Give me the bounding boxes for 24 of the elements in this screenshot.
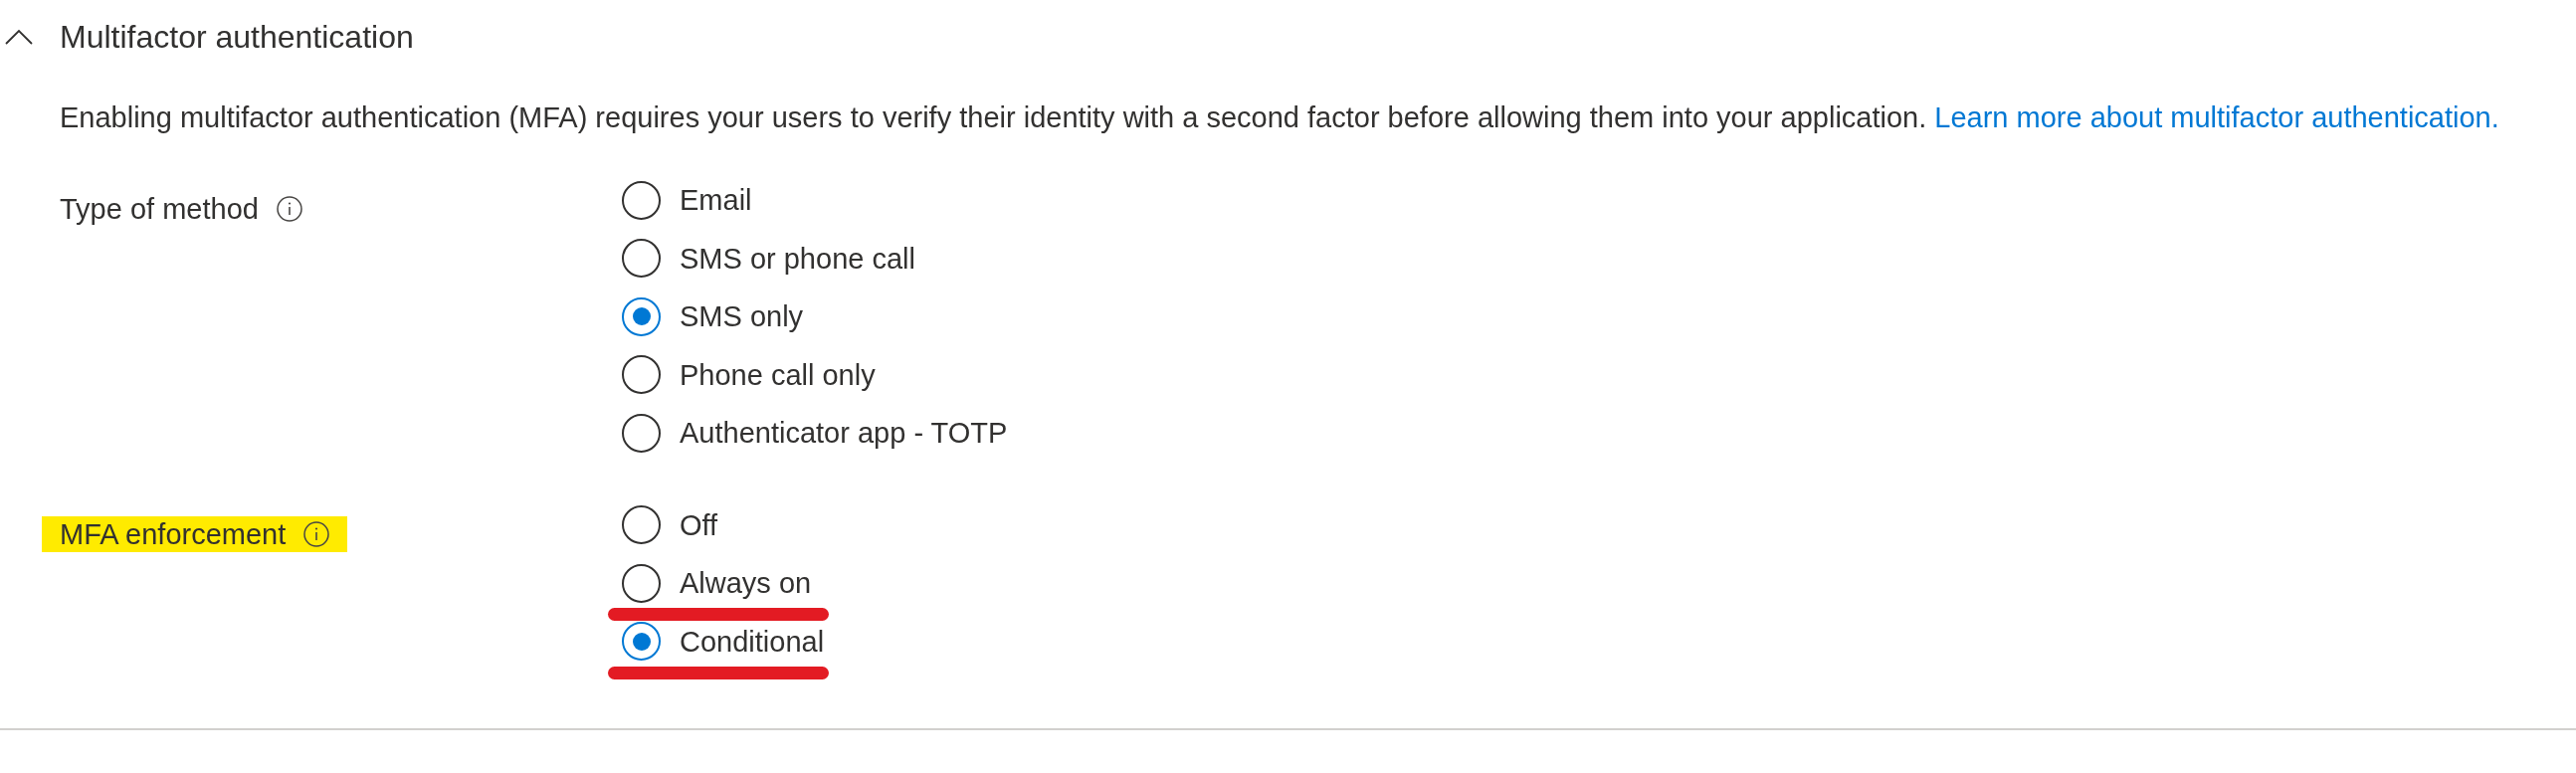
- description-text: Enabling multifactor authentication (MFA) requires your users to verify their identity with a second factor before allowing them into your application. Learn more about multifactor authentication.: [60, 101, 2499, 133]
- radio-button[interactable]: [622, 296, 661, 336]
- radio-option[interactable]: Email: [622, 180, 752, 220]
- radio-option[interactable]: Authenticator app - TOTP: [622, 413, 1008, 453]
- radio-option[interactable]: Off: [622, 505, 718, 545]
- radio-option[interactable]: Always on: [622, 563, 812, 603]
- radio-option[interactable]: Phone call only: [622, 355, 876, 395]
- info-icon[interactable]: [276, 196, 302, 222]
- radio-button[interactable]: [622, 355, 661, 395]
- radio-button[interactable]: [622, 239, 661, 279]
- radio-option[interactable]: SMS or phone call: [622, 239, 915, 279]
- radio-button[interactable]: [622, 563, 661, 603]
- learn-more-link[interactable]: Learn more about multifactor authentication.: [1934, 101, 2499, 133]
- radio-option[interactable]: Conditional: [622, 622, 825, 662]
- radio-option[interactable]: SMS only: [622, 296, 804, 336]
- chevron-up-icon[interactable]: [5, 29, 33, 45]
- field-label: Type of method: [60, 192, 259, 226]
- radio-button[interactable]: [622, 622, 661, 662]
- field-label: MFA enforcement: [60, 516, 287, 551]
- radio-button[interactable]: [622, 180, 661, 220]
- radio-button[interactable]: [622, 505, 661, 545]
- section-title: Multifactor authentication: [60, 18, 414, 56]
- radio-button[interactable]: [622, 413, 661, 453]
- info-icon[interactable]: [303, 520, 330, 547]
